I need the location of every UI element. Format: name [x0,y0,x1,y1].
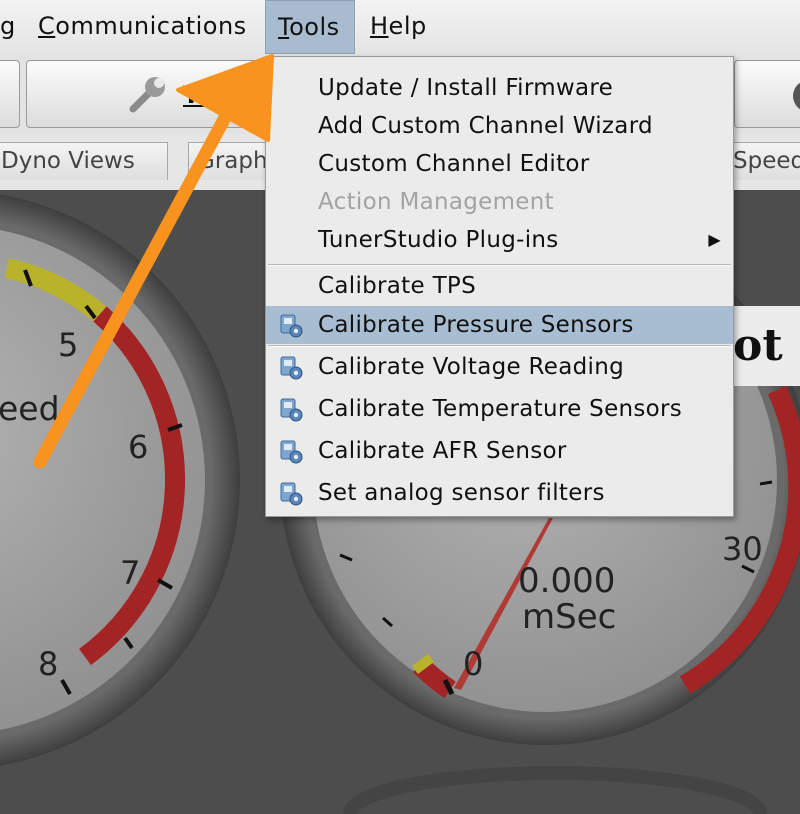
menu-item-label: Add Custom Channel Wizard [318,113,653,139]
calibrate-icon [280,398,303,422]
menu-item-label: Custom Channel Editor [318,151,590,177]
menu-tools-label: ools [289,13,340,41]
center-gauge-unit: mSec [522,597,616,637]
menu-item-calibrate-temperature-sensors[interactable]: Calibrate Temperature Sensors [266,390,733,428]
center-gauge-yellow-mark [412,654,434,674]
menu-help[interactable]: Help [370,0,427,54]
tab-dyno-views-label: Dyno Views [1,148,135,174]
toolbar-button-left[interactable] [0,60,20,128]
center-gauge-tick-label-0: 0 [463,645,483,683]
gauge-banner-text: ot [733,320,783,371]
menu-communications[interactable]: Communications [38,0,247,54]
left-gauge-tick-label-5: 5 [58,326,78,364]
menu-item-calibrate-tps[interactable]: Calibrate TPS [266,267,733,305]
calibrate-icon [280,314,303,338]
tune-button-label: Tu [183,81,214,109]
menu-item-action-management: Action Management [266,183,733,221]
menu-communications-mnemonic: C [38,12,56,40]
wrench-icon [129,77,165,113]
menu-item-custom-channel-editor[interactable]: Custom Channel Editor [266,145,733,183]
tab-dyno-views[interactable]: Dyno Views [0,142,168,180]
tab-speed-label: Speed [733,148,800,174]
menu-separator [268,345,731,347]
menu-item-calibrate-voltage-reading[interactable]: Calibrate Voltage Reading [266,348,733,386]
menu-help-mnemonic: H [370,12,389,40]
menu-item-update-install-firmware[interactable]: Update / Install Firmware [266,69,733,107]
menu-bar: g Communications Tools Help [0,0,800,55]
center-gauge-tick-label-30: 30 [722,530,763,568]
menu-item-label: Calibrate Pressure Sensors [318,312,634,338]
menu-item-add-custom-channel-wizard[interactable]: Add Custom Channel Wizard [266,107,733,145]
menu-item-set-analog-sensor-filters[interactable]: Set analog sensor filters [266,474,733,512]
tune-button[interactable]: Tu [26,60,276,128]
toolbar-button-right[interactable] [734,60,800,128]
menu-item-label: Set analog sensor filters [318,480,605,506]
gauge-banner: ot [733,306,800,386]
center-gauge-value: 0.000 [518,561,615,601]
tab-speed[interactable]: Speed [724,142,800,180]
menu-item-tunerstudio-plug-ins[interactable]: TunerStudio Plug-ins ▶ [266,221,733,259]
left-gauge-tick-label-6: 6 [128,428,148,466]
center-gauge-tick [759,480,773,486]
left-gauge-label: eed [0,389,60,428]
calibrate-icon [280,356,303,380]
left-gauge-tick-label-8: 8 [38,645,58,683]
tab-graph-label: Graph [197,148,268,174]
menu-item-label: Update / Install Firmware [318,75,614,101]
submenu-arrow-icon: ▶ [708,230,721,249]
menu-separator [268,264,731,266]
menu-log-label: g [0,12,16,40]
menu-tools[interactable]: Tools [265,0,355,54]
tools-menu: Update / Install Firmware Add Custom Cha… [265,56,734,517]
menu-item-calibrate-afr-sensor[interactable]: Calibrate AFR Sensor [266,432,733,470]
menu-item-label: Calibrate Voltage Reading [318,354,625,380]
menu-item-label: Action Management [318,189,554,215]
menu-item-label: TunerStudio Plug-ins [318,227,559,253]
menu-item-label: Calibrate AFR Sensor [318,438,567,464]
left-gauge-tick-label-7: 7 [120,554,140,592]
menu-item-calibrate-pressure-sensors[interactable]: Calibrate Pressure Sensors [266,306,733,344]
menu-communications-label: ommunications [55,12,247,40]
menu-item-label: Calibrate Temperature Sensors [318,396,683,422]
calibrate-icon [280,482,303,506]
menu-log[interactable]: g [0,0,16,54]
menu-item-label: Calibrate TPS [318,273,476,299]
tab-graph[interactable]: Graph [188,142,268,180]
calibrate-icon [280,440,303,464]
menu-help-label: elp [388,12,427,40]
dial-icon [793,82,800,110]
menu-tools-mnemonic: T [278,13,290,41]
